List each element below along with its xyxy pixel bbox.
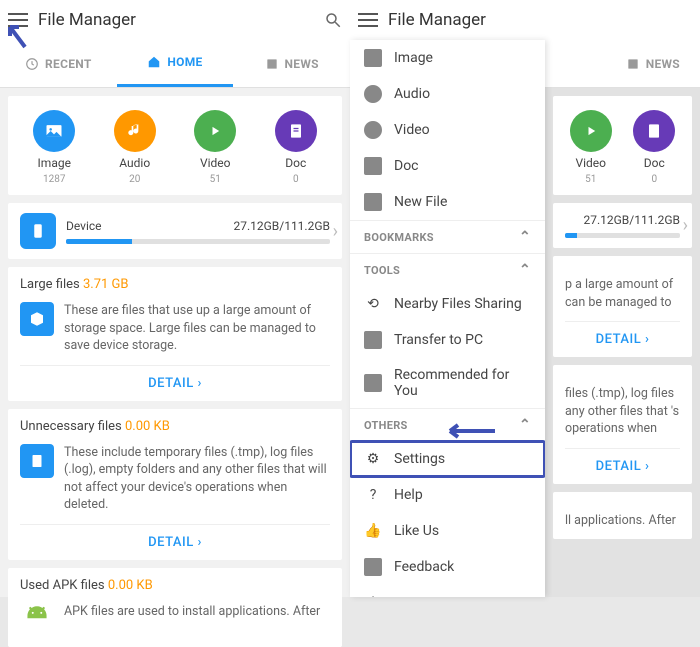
app-bar: File Manager [0, 0, 350, 40]
hamburger-icon[interactable] [358, 13, 378, 27]
shortcut-label: Audio [119, 156, 150, 170]
news-icon [626, 57, 640, 71]
news-icon [265, 57, 279, 71]
video-icon [581, 121, 601, 141]
pc-icon [364, 331, 382, 349]
section-desc: APK files are used to install applicatio… [64, 603, 320, 637]
device-usage: 27.12GB/111.2GB [233, 219, 330, 233]
shortcut-label: Video [200, 156, 231, 170]
shortcut-label: Doc [285, 156, 306, 170]
drawer-section-others[interactable]: OTHERS⌃ [350, 408, 545, 441]
file-icon [20, 444, 54, 478]
section-title: Used APK files [20, 578, 105, 593]
hamburger-icon[interactable] [8, 13, 28, 27]
tab-news: NEWS [545, 40, 700, 87]
android-icon [20, 603, 54, 637]
video-icon [364, 121, 382, 139]
shortcut-count: 0 [293, 174, 299, 185]
section-amount: 0.00 KB [108, 578, 153, 593]
doc-icon [644, 121, 664, 141]
shortcut-doc[interactable]: Doc 0 [256, 110, 337, 185]
device-name: Device [66, 219, 102, 233]
help-icon: ? [364, 486, 382, 504]
shortcut-count: 20 [129, 174, 140, 185]
nav-drawer: Image Audio Video Doc New File BOOKMARKS… [350, 40, 545, 597]
chevron-up-icon: ⌃ [519, 417, 531, 433]
unnecessary-files-section: Unnecessary files 0.00 KB These include … [8, 409, 342, 560]
home-icon [147, 55, 161, 69]
tab-recent[interactable]: RECENT [0, 40, 117, 87]
tab-label: RECENT [45, 57, 92, 71]
doc-icon [364, 157, 382, 175]
chevron-right-icon: › [333, 221, 338, 242]
shortcut-count: 51 [210, 174, 221, 185]
section-title: Large files [20, 277, 80, 292]
device-icon [20, 213, 56, 249]
feedback-icon [364, 558, 382, 576]
device-card[interactable]: Device 27.12GB/111.2GB › [8, 203, 342, 259]
shortcut-image[interactable]: Image 1287 [14, 110, 95, 185]
gear-icon: ⚙ [364, 450, 382, 468]
storage-bar [66, 239, 330, 244]
thumb-icon: 👍 [364, 522, 382, 540]
drawer-item-like[interactable]: 👍Like Us [350, 513, 545, 549]
screen-left: File Manager RECENT HOME NEWS Image 1287… [0, 0, 350, 597]
cube-icon [20, 302, 54, 336]
section-title: Unnecessary files [20, 419, 122, 434]
nearby-icon: ⟲ [364, 295, 382, 313]
newfile-icon [364, 193, 382, 211]
shortcut-count: 1287 [43, 174, 65, 185]
shortcut-video[interactable]: Video 51 [175, 110, 256, 185]
doc-icon [286, 121, 306, 141]
section-desc: These include temporary files (.tmp), lo… [64, 444, 330, 514]
video-icon [205, 121, 225, 141]
drawer-item-recommended[interactable]: Recommended for You [350, 358, 545, 408]
section-desc: These are files that use up a large amou… [64, 302, 330, 355]
background-content: NEWS Video51 Doc0 27.12GB/111.2GB› p a l… [545, 40, 700, 597]
search-icon[interactable] [324, 11, 342, 29]
clock-icon [25, 57, 39, 71]
tab-label: NEWS [285, 57, 319, 71]
image-icon [44, 121, 64, 141]
shortcut-audio[interactable]: Audio 20 [95, 110, 176, 185]
apk-files-section: Used APK files 0.00 KB APK files are use… [8, 568, 342, 647]
gift-icon [364, 374, 382, 392]
drawer-item-help[interactable]: ?Help [350, 477, 545, 513]
app-title: File Manager [388, 10, 692, 30]
tab-label: HOME [167, 55, 202, 69]
app-title: File Manager [38, 10, 324, 30]
drawer-item-audio[interactable]: Audio [350, 76, 545, 112]
drawer-item-video[interactable]: Video [350, 112, 545, 148]
tab-news[interactable]: NEWS [233, 40, 350, 87]
drawer-item-newfile[interactable]: New File [350, 184, 545, 220]
audio-icon [364, 85, 382, 103]
audio-icon [125, 121, 145, 141]
tabs: RECENT HOME NEWS [0, 40, 350, 88]
app-bar: File Manager [350, 0, 700, 40]
detail-button[interactable]: DETAIL [20, 524, 330, 560]
section-amount: 3.71 GB [83, 277, 129, 292]
tab-home[interactable]: HOME [117, 40, 234, 87]
chevron-up-icon: ⌃ [519, 229, 531, 245]
image-icon [364, 49, 382, 67]
drawer-item-settings[interactable]: ⚙Settings [350, 441, 545, 477]
drawer-item-feedback[interactable]: Feedback [350, 549, 545, 585]
detail-button[interactable]: DETAIL [20, 365, 330, 401]
chevron-up-icon: ⌃ [519, 262, 531, 278]
shortcuts-card: Image 1287 Audio 20 Video 51 Doc 0 [8, 96, 342, 195]
screen-right: File Manager NEWS Video51 Doc0 27.12GB/1… [350, 0, 700, 597]
large-files-section: Large files 3.71 GB These are files that… [8, 267, 342, 401]
drawer-item-image[interactable]: Image [350, 40, 545, 76]
drawer-section-bookmarks[interactable]: BOOKMARKS⌃ [350, 220, 545, 253]
shortcut-label: Image [38, 156, 71, 170]
drawer-item-doc[interactable]: Doc [350, 148, 545, 184]
drawer-item-exit[interactable]: ⏻Exit [350, 585, 545, 597]
drawer-item-transfer[interactable]: Transfer to PC [350, 322, 545, 358]
section-amount: 0.00 KB [125, 419, 170, 434]
drawer-item-nearby[interactable]: ⟲Nearby Files Sharing [350, 286, 545, 322]
drawer-section-tools[interactable]: TOOLS⌃ [350, 253, 545, 286]
